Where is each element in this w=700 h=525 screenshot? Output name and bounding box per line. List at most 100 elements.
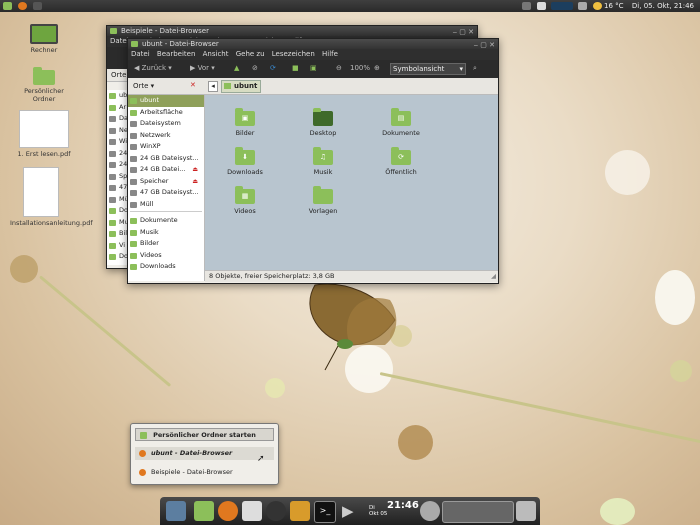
sidebar-item-network[interactable]: Netzwerk xyxy=(128,130,204,142)
menu-bookmarks[interactable]: Lesezeichen xyxy=(272,50,315,58)
zoom-out-icon[interactable]: ⊖ xyxy=(336,64,342,72)
terminal-icon[interactable]: >_ xyxy=(314,501,336,523)
sidebar-item[interactable]: Ne xyxy=(107,125,129,137)
media-player-icon[interactable]: ▶ xyxy=(342,501,362,521)
folder-icon xyxy=(131,41,138,47)
reload-icon[interactable]: ⟳ xyxy=(270,64,276,72)
trash-icon[interactable] xyxy=(516,501,536,521)
sidebar-item[interactable]: Mu xyxy=(107,217,129,229)
desktop-icon-home[interactable]: Persönlicher Ordner xyxy=(13,67,75,103)
sidebar-item[interactable]: Do xyxy=(107,251,129,263)
search-icon[interactable]: ⌕ xyxy=(473,64,477,73)
sidebar-item[interactable]: Sp xyxy=(107,171,129,183)
sidebar-item-videos[interactable]: Videos xyxy=(128,250,204,262)
menu-go[interactable]: Gehe zu xyxy=(236,50,265,58)
software-center-icon[interactable] xyxy=(290,501,310,521)
sidebar-item[interactable]: 24 xyxy=(107,148,129,160)
file-item-templates[interactable]: Vorlagen xyxy=(293,186,353,215)
panel-clock[interactable]: Di, 05. Okt, 21:46 xyxy=(632,2,694,10)
mail-icon[interactable] xyxy=(537,2,546,10)
sidebar-item-music[interactable]: Musik xyxy=(128,227,204,239)
eject-icon[interactable]: ⏏ xyxy=(192,164,198,176)
sidebar-item-downloads[interactable]: Downloads xyxy=(128,261,204,273)
close-sidebar-icon[interactable]: ✕ xyxy=(190,81,196,89)
sidebar-item[interactable]: Vi xyxy=(107,240,129,252)
sidebar-item[interactable]: Da xyxy=(107,113,129,125)
file-browser-window-front[interactable]: ubunt - Datei-Browser ‒ ▢ ✕ Datei Bearbe… xyxy=(127,38,499,284)
sidebar-item-filesystem[interactable]: Dateisystem xyxy=(128,118,204,130)
up-arrow-icon[interactable]: ▲ xyxy=(234,64,239,72)
menu-icon[interactable] xyxy=(3,2,12,10)
sidebar-item[interactable]: Wi xyxy=(107,136,129,148)
home-folder-icon[interactable]: ■ xyxy=(292,64,299,72)
sidebar-item-storage[interactable]: Speicher ⏏ xyxy=(128,176,204,188)
file-item-public[interactable]: ⟳ Öffentlich xyxy=(371,147,431,176)
firefox-icon[interactable] xyxy=(18,2,27,10)
sidebar-item[interactable]: Ar xyxy=(107,102,129,114)
sidebar-item-47gb[interactable]: 47 GB Dateisyst... xyxy=(128,187,204,199)
network-icon[interactable] xyxy=(522,2,531,10)
show-desktop-icon[interactable] xyxy=(166,501,186,521)
firefox-icon[interactable] xyxy=(218,501,238,521)
popup-window-item[interactable]: ubunt - Datei-Browser ➚ xyxy=(135,447,274,464)
menu-item[interactable]: Datei xyxy=(110,37,129,45)
menu-help[interactable]: Hilfe xyxy=(322,50,338,58)
mail-icon[interactable] xyxy=(242,501,262,521)
folder-icon xyxy=(109,104,116,111)
path-toggle-button[interactable]: ◂ xyxy=(208,81,218,92)
sidebar-item[interactable]: 47 xyxy=(107,182,129,194)
sidebar-item[interactable]: 24 xyxy=(107,159,129,171)
stop-icon[interactable]: ⊘ xyxy=(252,64,258,72)
breadcrumb-home[interactable]: ubunt xyxy=(221,80,262,93)
file-view[interactable]: ▣ Bilder Desktop ▤ Dokumente ⬇ Downloads ♫ M… xyxy=(205,95,498,270)
desktop-icon-computer[interactable]: Rechner xyxy=(13,24,75,54)
webcam-icon[interactable] xyxy=(266,501,286,521)
places-dropdown[interactable]: Orte ▾ xyxy=(133,82,154,90)
menu-file[interactable]: Datei xyxy=(131,50,150,58)
sidebar-item-pictures[interactable]: Bilder xyxy=(128,238,204,250)
desktop-icon-readme-pdf[interactable]: 1. Erst lesen.pdf xyxy=(13,110,75,158)
sidebar-item-24gb-2[interactable]: 24 GB Datei... ⏏ xyxy=(128,164,204,176)
volume-icon[interactable] xyxy=(578,2,587,10)
sidebar-item-24gb-1[interactable]: 24 GB Dateisyst... xyxy=(128,153,204,165)
popup-window-item[interactable]: Beispiele - Datei-Browser xyxy=(135,466,274,479)
eject-icon[interactable]: ⏏ xyxy=(192,176,198,188)
resize-grip-icon[interactable]: ◢ xyxy=(491,271,496,282)
places-label[interactable]: Orte xyxy=(111,71,126,79)
sidebar-item-documents[interactable]: Dokumente xyxy=(128,215,204,227)
menu-edit[interactable]: Bearbeiten xyxy=(157,50,195,58)
sidebar-item[interactable]: Mü xyxy=(107,194,129,206)
sidebar-item-desktop[interactable]: Arbeitsfläche xyxy=(128,107,204,119)
file-item-downloads[interactable]: ⬇ Downloads xyxy=(215,147,275,176)
launch-home-button[interactable]: Persönlicher Ordner starten xyxy=(135,428,274,441)
workspace-switcher[interactable] xyxy=(442,501,514,523)
window-titlebar[interactable]: Beispiele - Datei-Browser ‒ ▢ ✕ xyxy=(107,26,477,36)
sidebar-item-home[interactable]: ubunt xyxy=(128,95,204,107)
menu-view[interactable]: Ansicht xyxy=(203,50,229,58)
file-browser-icon[interactable] xyxy=(194,501,214,521)
computer-icon[interactable]: ▣ xyxy=(310,64,317,72)
dock-clock[interactable]: 21:46 xyxy=(387,500,419,511)
terminal-icon[interactable] xyxy=(33,2,42,10)
sidebar-item[interactable]: Do xyxy=(107,205,129,217)
file-item-videos[interactable]: ▦ Videos xyxy=(215,186,275,215)
window-controls[interactable]: ‒ ▢ ✕ xyxy=(453,27,474,37)
view-mode-select[interactable]: Symbolansicht ▾ xyxy=(390,63,466,75)
file-item-desktop[interactable]: Desktop xyxy=(293,108,353,137)
window-controls[interactable]: ‒ ▢ ✕ xyxy=(474,40,495,50)
forward-button[interactable]: ▶ Vor ▾ xyxy=(190,64,215,72)
file-item-music[interactable]: ♫ Musik xyxy=(293,147,353,176)
system-monitor-icon[interactable] xyxy=(551,2,573,10)
sidebar-item-winxp[interactable]: WinXP xyxy=(128,141,204,153)
desktop-icon-install-pdf[interactable]: Installationsanleitung.pdf xyxy=(10,167,93,227)
sidebar-item[interactable]: Bil xyxy=(107,228,129,240)
zoom-in-icon[interactable]: ⊕ xyxy=(374,64,380,72)
back-button[interactable]: ◀ Zurück ▾ xyxy=(134,64,172,72)
file-item-pictures[interactable]: ▣ Bilder xyxy=(215,108,275,137)
sidebar-item-trash[interactable]: Müll xyxy=(128,199,204,211)
file-item-documents[interactable]: ▤ Dokumente xyxy=(371,108,431,137)
weather-icon[interactable] xyxy=(420,501,440,521)
zoom-level[interactable]: 100% xyxy=(350,64,370,72)
sidebar-item[interactable]: ubu xyxy=(107,90,129,102)
window-titlebar[interactable]: ubunt - Datei-Browser ‒ ▢ ✕ xyxy=(128,39,498,49)
